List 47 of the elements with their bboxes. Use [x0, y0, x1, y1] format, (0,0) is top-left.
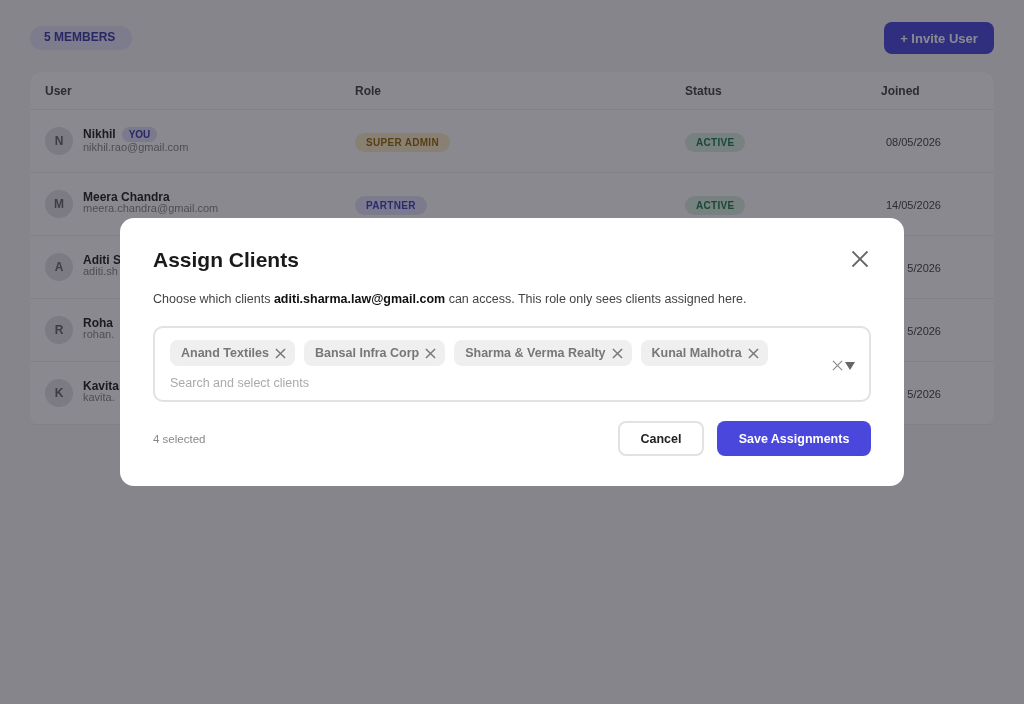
- you-badge: YOU: [121, 126, 158, 142]
- remove-icon[interactable]: [275, 347, 286, 359]
- client-chip[interactable]: Anand Textiles: [170, 340, 295, 366]
- client-chip[interactable]: Kunal Malhotra: [640, 340, 768, 366]
- role-badge: PARTNER: [355, 196, 427, 215]
- remove-icon[interactable]: [747, 347, 759, 359]
- user-email: rohan.: [83, 328, 115, 340]
- joined-date: 5/2026: [906, 388, 941, 400]
- save-assignments-button[interactable]: Save Assignments: [717, 421, 871, 456]
- client-chip[interactable]: Bansal Infra Corp: [304, 340, 446, 366]
- joined-date: 5/2026: [906, 262, 941, 274]
- user-email: meera.chandra@gmail.com: [83, 202, 219, 214]
- role-badge: SUPER ADMIN: [355, 133, 450, 152]
- dialog-title: Assign Clients: [153, 248, 299, 272]
- user-name: Kavita: [83, 380, 120, 392]
- user-avatar: K: [45, 379, 73, 407]
- invite-user-button[interactable]: + Invite User: [884, 22, 994, 54]
- clear-icon[interactable]: [832, 359, 843, 371]
- dropdown-caret-icon[interactable]: [845, 360, 855, 370]
- user-name: Nikhil: [83, 128, 116, 140]
- members-count-badge: 5 MEMBERS: [30, 26, 132, 50]
- selected-count: 4 selected: [153, 432, 207, 445]
- user-name: Aditi S: [83, 254, 121, 266]
- cancel-button[interactable]: Cancel: [618, 421, 704, 456]
- user-avatar: R: [45, 316, 73, 344]
- user-avatar: M: [45, 190, 73, 218]
- user-name: Meera Chandra: [83, 191, 170, 203]
- column-header: Role: [355, 83, 382, 98]
- user-email: nikhil.rao@gmail.com: [83, 141, 189, 153]
- column-header: Status: [685, 83, 723, 98]
- remove-icon[interactable]: [611, 347, 623, 359]
- joined-date: 5/2026: [906, 325, 941, 337]
- client-chip[interactable]: Sharma & Verma Realty: [454, 340, 632, 366]
- joined-date: 14/05/2026: [884, 199, 941, 211]
- user-email: kavita.: [83, 391, 116, 403]
- column-header: Joined: [881, 83, 921, 98]
- user-avatar: A: [45, 253, 73, 281]
- client-select-field[interactable]: Anand Textiles Bansal Infra Corp Sharma & Verma Realty Kunal Malhotra Search and select clients: [153, 326, 871, 402]
- user-avatar: N: [45, 127, 73, 155]
- user-name: Roha: [83, 317, 113, 329]
- dialog-description: Choose which clients aditi.sharma.law@gmail.com can access. This role only sees clients assigned here.: [153, 292, 748, 306]
- user-email: aditi.sh: [83, 265, 119, 277]
- status-badge: ACTIVE: [685, 196, 746, 215]
- remove-icon[interactable]: [425, 347, 437, 359]
- status-badge: ACTIVE: [685, 133, 746, 152]
- joined-date: 08/05/2026: [884, 136, 941, 148]
- column-header: User: [45, 83, 73, 98]
